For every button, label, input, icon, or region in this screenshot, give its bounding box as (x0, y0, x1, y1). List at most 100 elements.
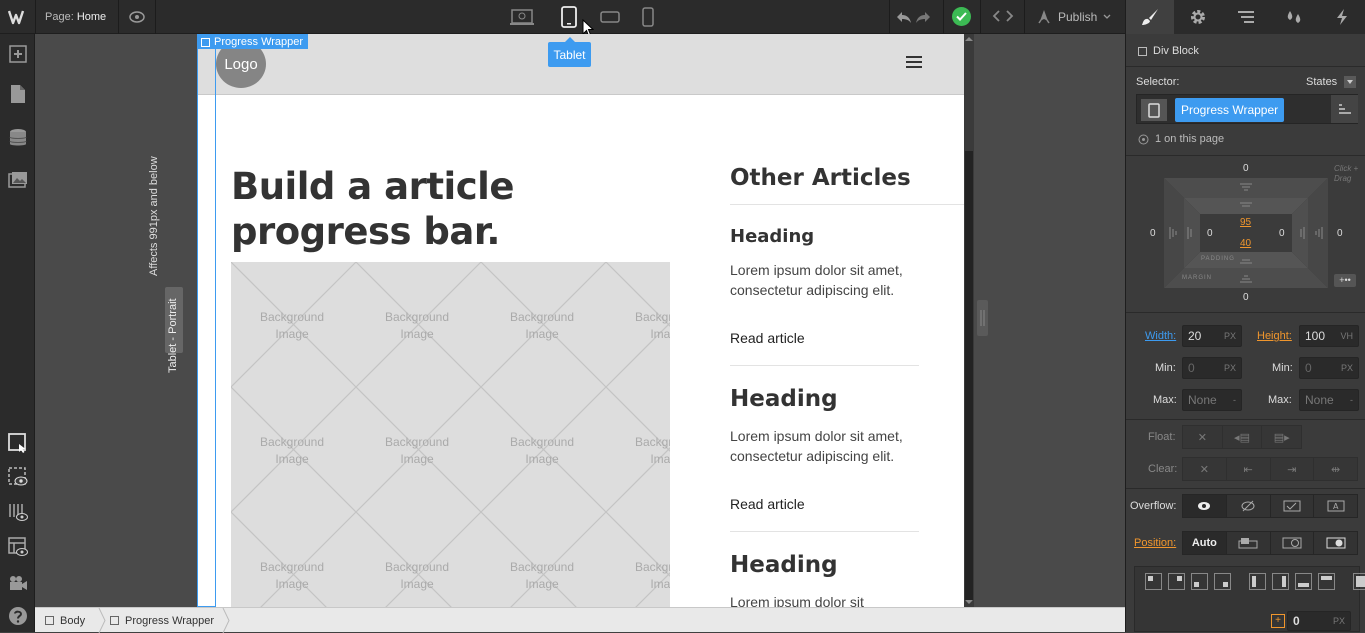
code-export-icon[interactable] (992, 9, 1014, 26)
margin-right-value[interactable]: 0 (1337, 228, 1343, 239)
padding-right-value[interactable]: 0 (1279, 228, 1285, 239)
published-status-icon[interactable] (952, 7, 971, 26)
max-width-unit[interactable]: - (1233, 395, 1236, 405)
article-heading[interactable]: Heading (730, 226, 814, 247)
height-unit[interactable]: VH (1340, 331, 1353, 341)
float-control[interactable]: ✕ ◂▤ ▤▸ (1182, 425, 1302, 449)
layout-guides-icon[interactable] (7, 536, 29, 558)
preset-top-icon[interactable] (1318, 573, 1335, 590)
bottom-offset-icon[interactable]: + (1271, 614, 1285, 628)
preset-bottom-right-icon[interactable] (1214, 573, 1231, 590)
states-dropdown[interactable]: States (1306, 76, 1357, 89)
canvas-resize-handle[interactable] (977, 300, 988, 336)
assets-images-icon[interactable] (7, 169, 29, 191)
cms-database-icon[interactable] (7, 127, 29, 149)
help-icon[interactable] (7, 605, 29, 627)
overflow-hidden-icon[interactable] (1227, 495, 1271, 517)
preset-top-left-icon[interactable] (1145, 573, 1162, 590)
preset-full-icon[interactable] (1353, 573, 1365, 590)
clear-control[interactable]: ✕ ⇤ ⇥ ⇹ (1182, 457, 1358, 481)
desktop-device-button[interactable] (502, 0, 542, 34)
min-height-unit[interactable]: PX (1341, 363, 1353, 373)
tab-settings[interactable] (1174, 0, 1222, 34)
width-label[interactable]: Width: (1145, 330, 1176, 342)
sidebar-title[interactable]: Other Articles (730, 165, 911, 191)
height-label[interactable]: Height: (1257, 330, 1292, 342)
overflow-control[interactable]: A (1182, 494, 1358, 518)
page-preview[interactable]: Logo Build a article progress bar. Backg… (197, 34, 964, 607)
margin-bottom-value[interactable]: 0 (1243, 292, 1249, 303)
tab-navigator[interactable] (1222, 0, 1270, 34)
position-fixed-icon[interactable] (1314, 532, 1357, 554)
article-body[interactable]: Lorem ipsum dolor sit amet, consectetur … (730, 426, 920, 466)
clear-none-icon[interactable]: ✕ (1183, 458, 1227, 480)
padding-left-value[interactable]: 0 (1207, 228, 1213, 239)
bottom-offset-input[interactable]: 0 PX (1287, 611, 1351, 631)
article-headline[interactable]: Build a article progress bar. (231, 164, 701, 254)
breadcrumb-item-progress-wrapper[interactable]: Progress Wrapper (110, 608, 214, 633)
scroll-up-icon[interactable] (965, 36, 973, 42)
min-width-unit[interactable]: PX (1224, 363, 1236, 373)
background-image-placeholder[interactable]: Background Image Background Image Backgr… (231, 262, 670, 607)
margin-top-value[interactable]: 0 (1243, 163, 1249, 174)
padding-bottom-value[interactable]: 40 (1240, 238, 1251, 249)
position-relative-icon[interactable] (1227, 532, 1271, 554)
preset-bottom-icon[interactable] (1295, 573, 1312, 590)
selected-element-outline[interactable] (197, 34, 216, 607)
min-height-input[interactable]: 0 PX (1299, 357, 1359, 379)
bottom-offset-unit[interactable]: PX (1333, 616, 1345, 626)
selector-chip[interactable]: Progress Wrapper (1175, 98, 1285, 122)
float-right-icon[interactable]: ▤▸ (1262, 426, 1301, 448)
hamburger-menu-icon[interactable] (906, 56, 922, 70)
max-height-unit[interactable]: - (1350, 395, 1353, 405)
clear-left-icon[interactable]: ⇤ (1227, 458, 1271, 480)
preset-right-icon[interactable] (1272, 573, 1289, 590)
position-control[interactable]: Auto (1182, 531, 1358, 555)
mobile-portrait-button[interactable] (636, 0, 660, 34)
tab-interactions[interactable] (1318, 0, 1365, 34)
page-selector[interactable]: Page: Home (45, 11, 106, 23)
mobile-landscape-button[interactable] (596, 0, 624, 34)
position-absolute-icon[interactable] (1271, 532, 1315, 554)
undo-icon[interactable] (896, 10, 912, 27)
selector-field[interactable]: Progress Wrapper (1136, 94, 1358, 124)
selected-element-label[interactable]: Progress Wrapper (197, 34, 309, 49)
overflow-scroll-icon[interactable] (1271, 495, 1315, 517)
margin-left-value[interactable]: 0 (1150, 228, 1156, 239)
article-heading[interactable]: Heading (730, 386, 838, 412)
publish-button[interactable]: Publish (1030, 0, 1122, 34)
scroll-down-icon[interactable] (965, 599, 973, 605)
height-input[interactable]: 100 VH (1299, 325, 1359, 347)
clear-both-icon[interactable]: ⇹ (1314, 458, 1357, 480)
select-tool-icon[interactable] (7, 432, 29, 454)
max-width-input[interactable]: None - (1182, 389, 1242, 411)
redo-icon[interactable] (915, 10, 931, 27)
pages-icon[interactable] (7, 83, 29, 105)
grid-overlay-icon[interactable] (7, 501, 29, 523)
tab-style[interactable] (1126, 0, 1174, 34)
position-auto-button[interactable]: Auto (1183, 532, 1227, 554)
float-left-icon[interactable]: ◂▤ (1223, 426, 1263, 448)
add-elements-icon[interactable] (7, 43, 29, 65)
min-width-input[interactable]: 0 PX (1182, 357, 1242, 379)
max-height-input[interactable]: None - (1299, 389, 1359, 411)
overflow-visible-icon[interactable] (1183, 495, 1227, 517)
breadcrumb-item-body[interactable]: Body (45, 608, 85, 633)
selector-menu-icon[interactable] (1331, 95, 1358, 123)
webflow-logo-icon[interactable] (7, 8, 28, 26)
preset-bottom-left-icon[interactable] (1191, 573, 1208, 590)
width-input[interactable]: 20 PX (1182, 325, 1242, 347)
position-presets[interactable]: + 0 PX (1134, 566, 1365, 632)
more-options-icon[interactable]: +•• (1334, 274, 1356, 287)
overflow-auto-icon[interactable]: A (1314, 495, 1357, 517)
preset-top-right-icon[interactable] (1168, 573, 1185, 590)
scrollbar-thumb[interactable] (965, 151, 973, 601)
preset-left-icon[interactable] (1249, 573, 1266, 590)
width-unit[interactable]: PX (1224, 331, 1236, 341)
box-model-editor[interactable] (1164, 178, 1328, 288)
article-body[interactable]: Lorem ipsum dolor sit amet, consectetur … (730, 260, 920, 300)
preview-eye-icon[interactable] (129, 10, 145, 27)
read-article-link[interactable]: Read article (730, 330, 805, 346)
tab-symbols[interactable] (1270, 0, 1318, 34)
padding-top-value[interactable]: 95 (1240, 217, 1251, 228)
